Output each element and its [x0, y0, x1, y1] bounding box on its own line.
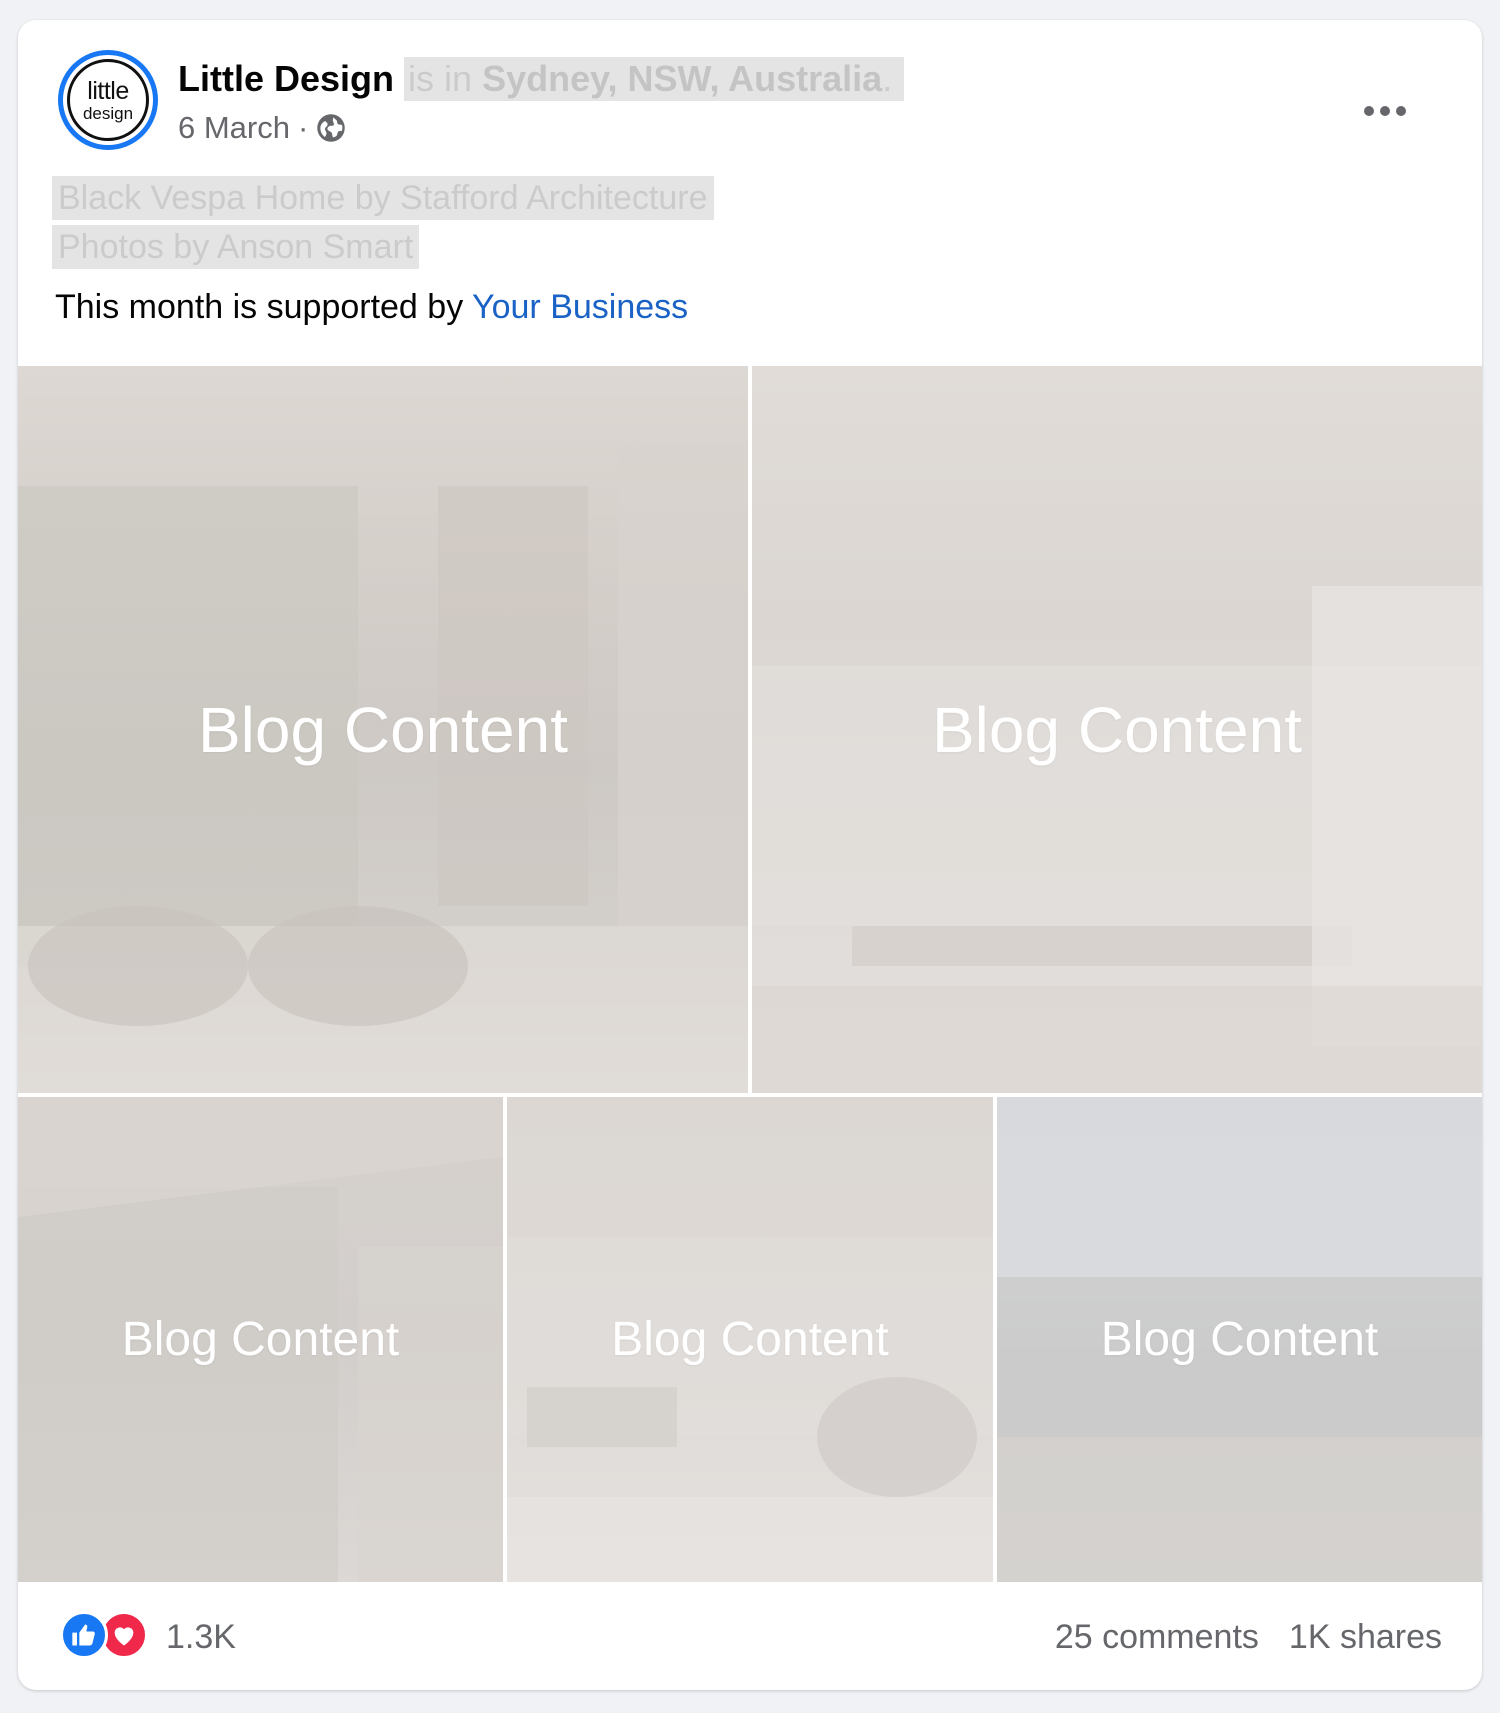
- business-link[interactable]: Your Business: [472, 288, 688, 326]
- photo-grid: Blog Content Blog Content Blog Content B…: [18, 366, 1482, 1582]
- post-header-line: Little Design is in Sydney, NSW, Australi…: [178, 56, 905, 102]
- more-dot: [1396, 106, 1406, 116]
- reactions[interactable]: [60, 1611, 148, 1659]
- caption-line-1: Black Vespa Home by Stafford Architectur…: [52, 176, 714, 220]
- photo-tile-4[interactable]: Blog Content: [507, 1097, 993, 1582]
- like-icon: [60, 1611, 108, 1659]
- more-options-icon[interactable]: [1364, 106, 1406, 116]
- little-design-logo: little design: [67, 59, 149, 141]
- photo-label: Blog Content: [611, 1313, 889, 1366]
- shares-count[interactable]: 1K shares: [1289, 1618, 1442, 1657]
- location-link[interactable]: Sydney, NSW, Australia: [482, 58, 882, 100]
- post-meta: 6 March ·: [178, 108, 346, 148]
- more-dot: [1364, 106, 1374, 116]
- photo-tile-1[interactable]: Blog Content: [18, 366, 748, 1093]
- location-redacted: is in Sydney, NSW, Australia.: [404, 57, 905, 101]
- support-text: This month is supported by: [55, 288, 464, 326]
- photo-tile-2[interactable]: Blog Content: [752, 366, 1482, 1093]
- comments-count[interactable]: 25 comments: [1055, 1618, 1259, 1657]
- more-dot: [1380, 106, 1390, 116]
- location-prefix: is in: [408, 58, 473, 99]
- photo-label: Blog Content: [197, 693, 569, 766]
- post-stats: 25 comments 1K shares: [1055, 1618, 1442, 1657]
- post-card: little design Little Design is in Sydney,…: [18, 20, 1482, 1690]
- post-date[interactable]: 6 March: [178, 110, 290, 146]
- caption-line-2: Photos by Anson Smart: [52, 225, 420, 269]
- photo-label: Blog Content: [121, 1313, 400, 1366]
- page-avatar[interactable]: little design: [58, 50, 158, 150]
- location-suffix: .: [882, 58, 893, 99]
- photo-tile-3[interactable]: Blog Content: [18, 1097, 503, 1582]
- post-footer: 1.3K 25 comments 1K shares: [18, 1582, 1482, 1690]
- logo-text-top: little: [87, 76, 129, 105]
- meta-separator: ·: [297, 110, 309, 145]
- globe-icon[interactable]: [316, 113, 346, 143]
- reaction-count[interactable]: 1.3K: [166, 1618, 236, 1657]
- photo-label: Blog Content: [1100, 1313, 1379, 1366]
- page-name-link[interactable]: Little Design: [178, 58, 394, 100]
- photo-tile-5[interactable]: Blog Content: [997, 1097, 1482, 1582]
- logo-text-bottom: design: [82, 103, 134, 123]
- support-line: This month is supported by Your Business: [55, 288, 688, 327]
- photo-label: Blog Content: [931, 693, 1303, 766]
